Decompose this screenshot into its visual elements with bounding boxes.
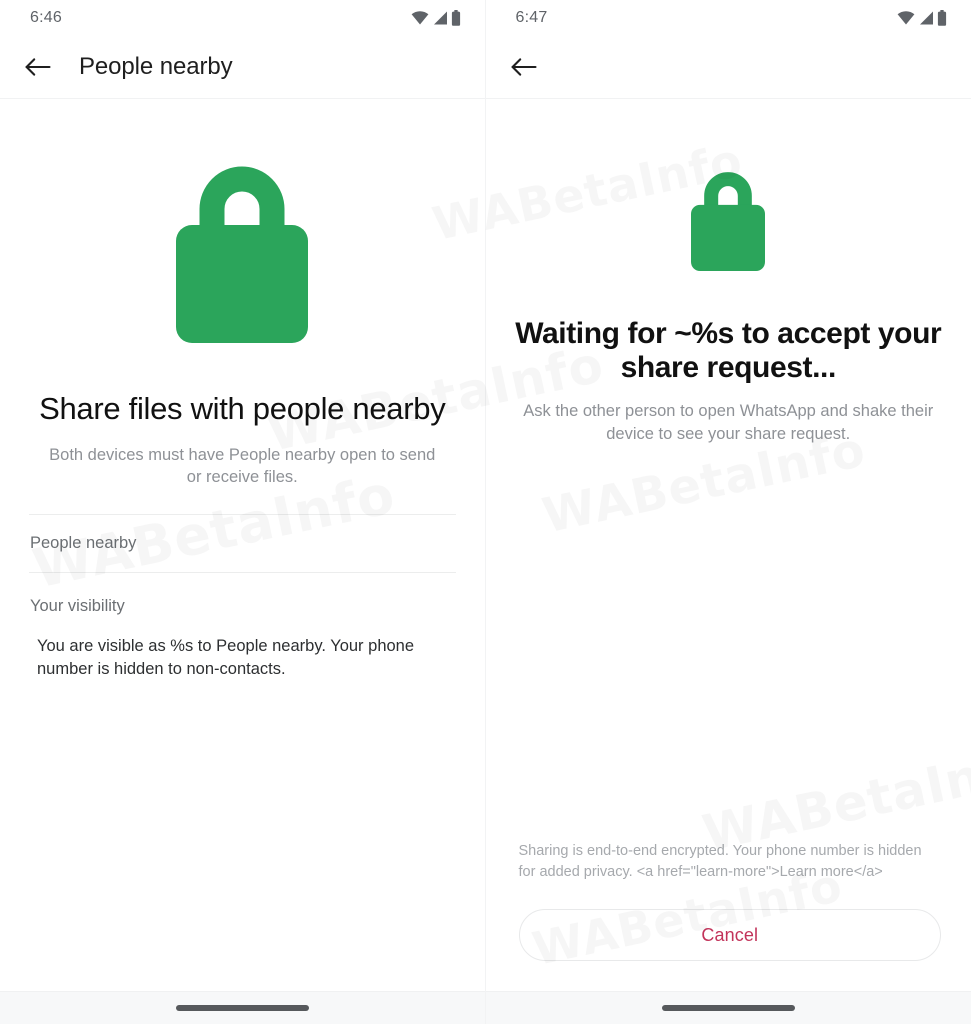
home-gesture-pill[interactable] bbox=[661, 1005, 795, 1011]
right-app-bar bbox=[485, 36, 971, 99]
hero-subtitle: Ask the other person to open WhatsApp an… bbox=[523, 402, 934, 443]
encryption-note: Sharing is end-to-end encrypted. Your ph… bbox=[518, 842, 922, 880]
left-status-bar: 6:46 bbox=[0, 0, 485, 36]
left-gesture-nav-bar bbox=[0, 991, 485, 1024]
back-arrow-icon[interactable] bbox=[504, 47, 544, 87]
settings-list: People nearby bbox=[0, 513, 485, 573]
list-item-people-nearby[interactable]: People nearby bbox=[0, 515, 485, 572]
cancel-button-label: Cancel bbox=[701, 924, 759, 945]
left-phone-screen: 6:46 People nearby Share files with peop… bbox=[0, 0, 486, 1024]
wifi-icon bbox=[897, 11, 915, 25]
left-app-bar: People nearby bbox=[0, 36, 485, 99]
right-phone-screen: 6:47 Waiting for ~%s to accept your shar… bbox=[485, 0, 971, 1024]
battery-icon bbox=[937, 10, 947, 26]
visibility-description: You are visible as %s to People nearby. … bbox=[37, 636, 415, 678]
cellular-signal-icon bbox=[918, 11, 934, 25]
visibility-section-header: Your visibility bbox=[0, 573, 485, 616]
status-bar-icons bbox=[411, 10, 461, 26]
right-panel-body: Waiting for ~%s to accept your share req… bbox=[486, 99, 971, 991]
hero-title: Waiting for ~%s to accept your share req… bbox=[515, 317, 942, 385]
right-gesture-nav-bar bbox=[485, 991, 971, 1024]
left-spacer bbox=[0, 681, 485, 991]
page-title: People nearby bbox=[79, 53, 233, 80]
status-bar-icons bbox=[897, 10, 947, 26]
cellular-signal-icon bbox=[432, 11, 448, 25]
visibility-section-body: You are visible as %s to People nearby. … bbox=[0, 616, 485, 682]
list-item-label: People nearby bbox=[30, 533, 137, 552]
lock-icon bbox=[0, 99, 485, 347]
hero-subtitle: Both devices must have People nearby ope… bbox=[49, 445, 436, 487]
status-bar-clock: 6:46 bbox=[30, 9, 62, 26]
wifi-icon bbox=[411, 11, 429, 25]
left-panel-body: Share files with people nearby Both devi… bbox=[0, 99, 485, 991]
lock-icon bbox=[486, 99, 971, 275]
footer-bottom-gap bbox=[486, 961, 971, 991]
home-gesture-pill[interactable] bbox=[175, 1005, 309, 1011]
back-arrow-icon[interactable] bbox=[18, 47, 58, 87]
status-bar-clock: 6:47 bbox=[515, 9, 548, 26]
cancel-button[interactable]: Cancel bbox=[518, 909, 941, 961]
visibility-section-label: Your visibility bbox=[30, 596, 125, 615]
battery-icon bbox=[451, 10, 461, 26]
hero-title: Share files with people nearby bbox=[39, 391, 446, 426]
right-status-bar: 6:47 bbox=[486, 0, 971, 36]
right-spacer bbox=[486, 445, 971, 841]
dual-screenshot-composite: 6:46 People nearby Share files with peop… bbox=[0, 0, 971, 1024]
